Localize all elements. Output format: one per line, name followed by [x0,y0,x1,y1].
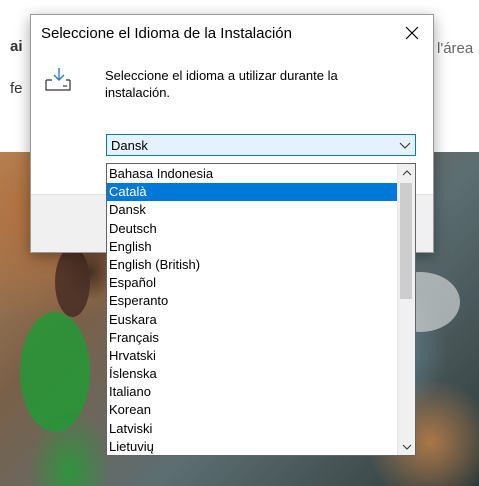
background-text-right: l'área [437,40,474,57]
language-option[interactable]: Deutsch [107,220,397,238]
language-option[interactable]: Korean [107,401,397,419]
close-button[interactable] [397,19,427,47]
language-combobox[interactable]: Dansk [106,134,416,156]
language-options: Bahasa Indonesia Català Dansk Deutsch Englis… [107,165,397,455]
background-text-left-2: fe [10,80,23,97]
language-option[interactable]: Italiano [107,383,397,401]
background-text-left-1: ai [10,38,23,55]
close-icon [405,26,419,40]
language-option[interactable]: Français [107,329,397,347]
language-option[interactable]: Español [107,274,397,292]
scroll-down-button[interactable] [398,438,415,455]
language-option[interactable]: Esperanto [107,292,397,310]
scroll-thumb[interactable] [400,183,412,299]
language-dropdown-list[interactable]: Bahasa Indonesia Català Dansk Deutsch Englis… [106,163,416,456]
chevron-up-icon [402,169,411,175]
language-option[interactable]: Lietuvių [107,438,397,455]
install-download-icon [45,68,71,91]
language-option[interactable]: English [107,238,397,256]
language-option[interactable]: Bahasa Indonesia [107,165,397,183]
scrollbar[interactable] [397,164,415,455]
language-option[interactable]: Dansk [107,201,397,219]
language-option[interactable]: Íslenska [107,365,397,383]
scroll-up-button[interactable] [398,164,415,181]
language-option[interactable]: Català [107,183,397,202]
language-prompt: Seleccione el idioma a utilizar durante … [105,68,338,100]
language-option[interactable]: Hrvatski [107,347,397,365]
language-option[interactable]: Latviski [107,420,397,438]
chevron-down-icon [402,444,411,450]
language-option[interactable]: Euskara [107,311,397,329]
language-option[interactable]: English (British) [107,256,397,274]
chevron-down-icon [399,142,411,149]
combobox-value: Dansk [111,138,148,153]
dialog-title: Seleccione el Idioma de la Instalación [41,25,292,42]
